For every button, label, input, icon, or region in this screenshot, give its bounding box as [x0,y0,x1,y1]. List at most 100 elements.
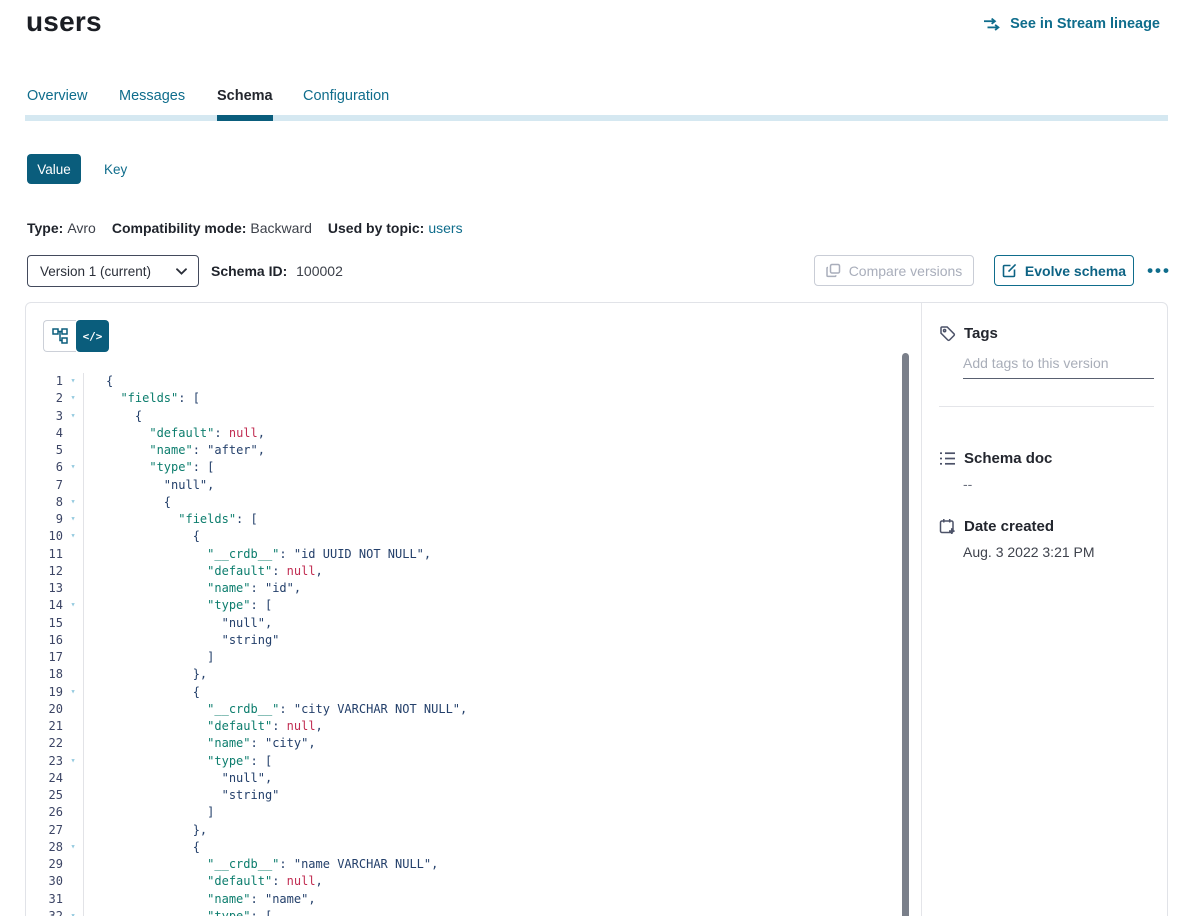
see-in-stream-lineage-link[interactable]: See in Stream lineage [983,16,1160,32]
code-line: 32▾ "type": [ [41,908,901,916]
version-select[interactable]: Version 1 (current) [27,255,199,287]
code-line: 16 "string" [41,632,901,649]
code-text: "null", [83,770,901,787]
code-line: 18 }, [41,666,901,683]
code-line: 11 "__crdb__": "id UUID NOT NULL", [41,546,901,563]
schema-page: users See in Stream lineage Overview Mes… [0,0,1189,916]
code-line: 17 ] [41,649,901,666]
stream-lineage-icon [983,18,1002,31]
code-view-button[interactable]: </> [76,320,109,352]
line-number: 22 [41,735,63,752]
see-in-stream-lineage-label: See in Stream lineage [1010,16,1160,32]
fold-spacer [63,770,83,787]
code-line: 19▾ { [41,684,901,701]
tab-configuration[interactable]: Configuration [303,88,395,104]
code-line: 13 "name": "id", [41,580,901,597]
code-text: "name": "after", [83,442,901,459]
editor-scrollbar[interactable] [902,353,909,916]
code-text: { [83,494,901,511]
topic-link[interactable]: users [428,220,462,236]
fold-arrow-icon[interactable]: ▾ [63,408,83,425]
fold-spacer [63,718,83,735]
code-line: 27 }, [41,822,901,839]
tab-messages[interactable]: Messages [119,88,187,104]
calendar-plus-icon [939,518,956,535]
meta-topic-label: Used by topic: [328,220,424,236]
code-text: { [83,408,901,425]
fold-spacer [63,735,83,752]
more-options-button[interactable]: ••• [1142,255,1176,286]
line-number: 20 [41,701,63,718]
line-number: 21 [41,718,63,735]
fold-arrow-icon[interactable]: ▾ [63,908,83,916]
line-number: 12 [41,563,63,580]
line-number: 7 [41,477,63,494]
add-tags-input[interactable] [963,355,1154,379]
code-line: 14▾ "type": [ [41,597,901,614]
line-number: 13 [41,580,63,597]
tab-schema[interactable]: Schema [217,88,273,104]
line-number: 6 [41,459,63,476]
code-line: 8▾ { [41,494,901,511]
tag-icon [939,325,956,342]
fold-spacer [63,873,83,890]
compare-versions-label: Compare versions [849,263,963,279]
fold-arrow-icon[interactable]: ▾ [63,528,83,545]
code-line: 30 "default": null, [41,873,901,890]
fold-arrow-icon[interactable]: ▾ [63,494,83,511]
line-number: 28 [41,839,63,856]
line-number: 24 [41,770,63,787]
meta-type-value: Avro [67,220,96,236]
code-line: 31 "name": "name", [41,891,901,908]
code-text: "__crdb__": "city VARCHAR NOT NULL", [83,701,901,718]
meta-used-by-topic: Used by topic: users [328,220,463,236]
tree-view-button[interactable] [43,320,76,352]
code-text: { [83,528,901,545]
code-text: "type": [ [83,908,901,916]
date-created-value: Aug. 3 2022 3:21 PM [963,544,1095,560]
code-text: "fields": [ [83,511,901,528]
code-text: "null", [83,477,901,494]
tags-title-label: Tags [964,325,998,342]
fold-arrow-icon[interactable]: ▾ [63,684,83,701]
fold-arrow-icon[interactable]: ▾ [63,390,83,407]
code-line: 5 "name": "after", [41,442,901,459]
fold-arrow-icon[interactable]: ▾ [63,597,83,614]
meta-compatibility-label: Compatibility mode: [112,220,247,236]
schema-id: Schema ID: 100002 [211,263,343,279]
code-line: 9▾ "fields": [ [41,511,901,528]
code-text: }, [83,666,901,683]
fold-spacer [63,580,83,597]
code-text: ] [83,804,901,821]
code-line: 3▾ { [41,408,901,425]
schema-meta-row: Type: Avro Compatibility mode: Backward … [27,220,463,236]
line-number: 1 [41,373,63,390]
code-lines[interactable]: 1▾{2▾ "fields": [3▾ {4 "default": null,5… [41,373,901,916]
code-line: 24 "null", [41,770,901,787]
fold-arrow-icon[interactable]: ▾ [63,459,83,476]
line-number: 26 [41,804,63,821]
code-line: 23▾ "type": [ [41,753,901,770]
fold-arrow-icon[interactable]: ▾ [63,373,83,390]
code-line: 26 ] [41,804,901,821]
code-text: "string" [83,632,901,649]
compare-versions-button[interactable]: Compare versions [814,255,974,286]
page-title: users [26,6,102,38]
code-text: "fields": [ [83,390,901,407]
chevron-down-icon [176,268,187,275]
key-toggle-button[interactable]: Key [104,154,127,184]
schema-id-value: 100002 [296,263,343,279]
line-number: 5 [41,442,63,459]
fold-arrow-icon[interactable]: ▾ [63,839,83,856]
code-line: 12 "default": null, [41,563,901,580]
schema-doc-value: -- [963,476,972,492]
fold-arrow-icon[interactable]: ▾ [63,511,83,528]
fold-spacer [63,563,83,580]
tab-overview[interactable]: Overview [27,88,89,104]
evolve-schema-button[interactable]: Evolve schema [994,255,1134,286]
value-toggle-button[interactable]: Value [27,154,81,184]
line-number: 27 [41,822,63,839]
fold-arrow-icon[interactable]: ▾ [63,753,83,770]
code-text: "name": "name", [83,891,901,908]
code-line: 2▾ "fields": [ [41,390,901,407]
